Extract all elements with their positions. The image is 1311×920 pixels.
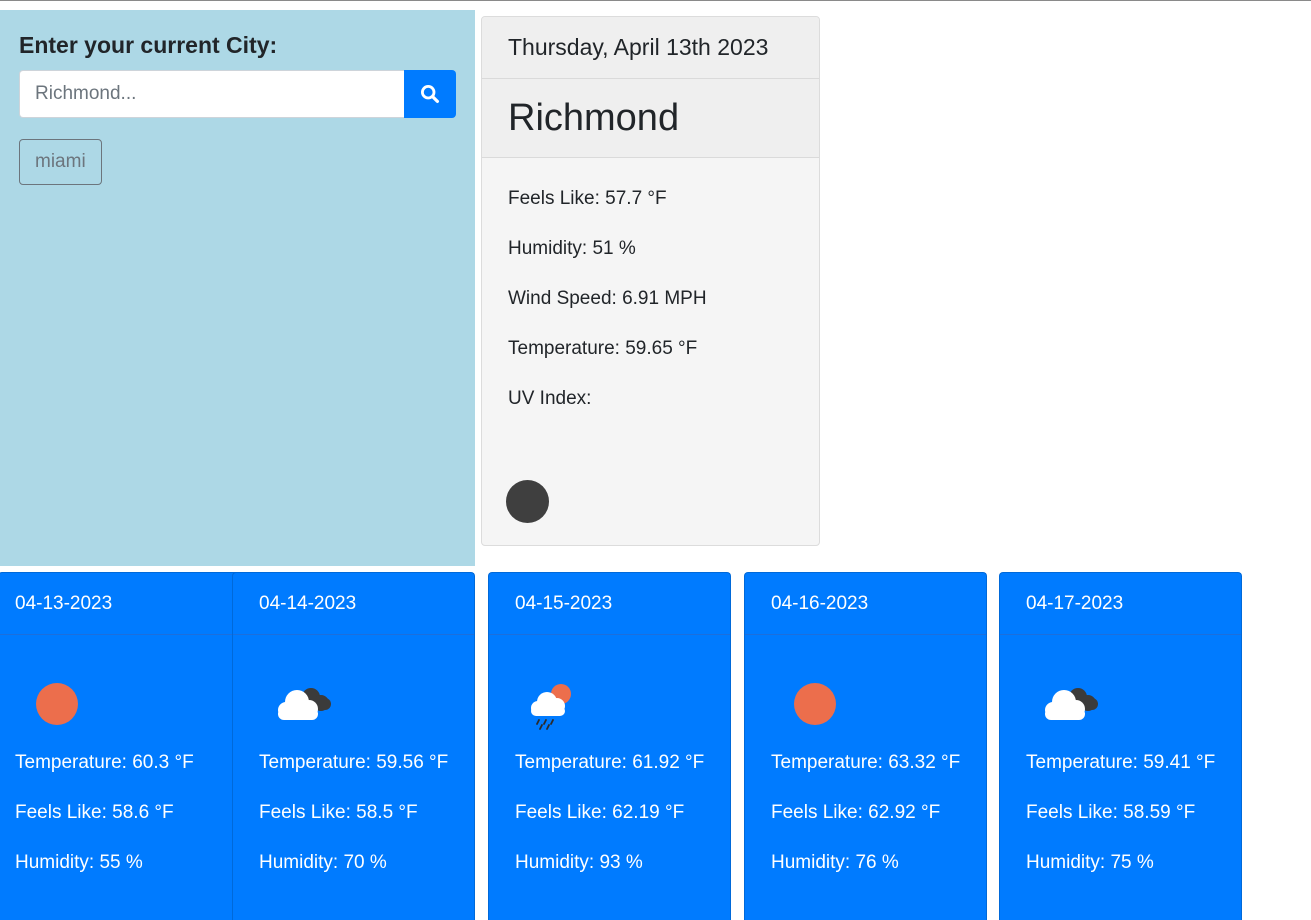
current-stats: Feels Like: 57.7 °F Humidity: 51 % Wind … — [482, 158, 819, 422]
current-humidity: Humidity: 51 % — [508, 238, 636, 259]
current-temperature: Temperature: 59.65 °F — [508, 338, 698, 359]
forecast-temperature: Temperature: 59.41 °F — [1026, 752, 1216, 773]
forecast-date: 04-17-2023 — [1000, 573, 1241, 635]
history-button-miami[interactable]: miami — [19, 139, 102, 185]
current-weather-card: Thursday, April 13th 2023 Richmond Feels… — [481, 16, 820, 546]
forecast-card: 04-17-2023 Temperature: 59.41 °F Feels L… — [999, 572, 1242, 920]
current-uv-index: UV Index: — [508, 388, 592, 409]
forecast-humidity: Humidity: 93 % — [515, 852, 643, 873]
forecast-feels-like: Feels Like: 58.6 °F — [15, 802, 174, 823]
forecast-feels-like: Feels Like: 58.5 °F — [259, 802, 418, 823]
forecast-temperature: Temperature: 61.92 °F — [515, 752, 705, 773]
forecast-feels-like: Feels Like: 62.92 °F — [771, 802, 941, 823]
broken-clouds-icon — [278, 688, 331, 720]
forecast-feels-like: Feels Like: 62.19 °F — [515, 802, 685, 823]
forecast-temperature: Temperature: 59.56 °F — [259, 752, 449, 773]
forecast-card: 04-16-2023 Temperature: 63.32 °F Feels L… — [744, 572, 987, 920]
search-button[interactable] — [404, 70, 456, 118]
forecast-feels-like: Feels Like: 58.59 °F — [1026, 802, 1196, 823]
forecast-humidity: Humidity: 70 % — [259, 852, 387, 873]
forecast-humidity: Humidity: 75 % — [1026, 852, 1154, 873]
forecast-date: 04-16-2023 — [745, 573, 986, 635]
sun-icon — [36, 683, 78, 725]
forecast-humidity: Humidity: 55 % — [15, 852, 143, 873]
forecast-card: 04-13-2023 Temperature: 60.3 °F Feels Li… — [0, 572, 241, 920]
forecast-temperature: Temperature: 60.3 °F — [15, 752, 194, 773]
current-wind-speed: Wind Speed: 6.91 MPH — [508, 288, 707, 309]
forecast-humidity: Humidity: 76 % — [771, 852, 899, 873]
forecast-temperature: Temperature: 63.32 °F — [771, 752, 961, 773]
forecast-date: 04-15-2023 — [489, 573, 730, 635]
broken-clouds-icon — [1045, 688, 1098, 720]
search-sidebar: Enter your current City: miami — [0, 10, 475, 566]
city-search-input[interactable] — [19, 70, 404, 118]
rain-sun-icon — [531, 684, 571, 730]
forecast-date: 04-14-2023 — [233, 573, 474, 635]
forecast-date: 04-13-2023 — [0, 573, 240, 635]
current-feels-like: Feels Like: 57.7 °F — [508, 188, 667, 209]
uv-index-indicator — [506, 480, 549, 523]
current-date: Thursday, April 13th 2023 — [482, 17, 819, 79]
search-heading: Enter your current City: — [19, 32, 278, 58]
search-row — [19, 70, 456, 118]
forecast-card: 04-15-2023 Temperature: 61.92 °F Feels L… — [488, 572, 731, 920]
forecast-card: 04-14-2023 Temperature: 59.56 °F Feels L… — [232, 572, 475, 920]
sun-icon — [794, 683, 836, 725]
search-icon — [420, 84, 439, 103]
current-city-name: Richmond — [482, 79, 819, 158]
top-divider — [0, 0, 1311, 1]
